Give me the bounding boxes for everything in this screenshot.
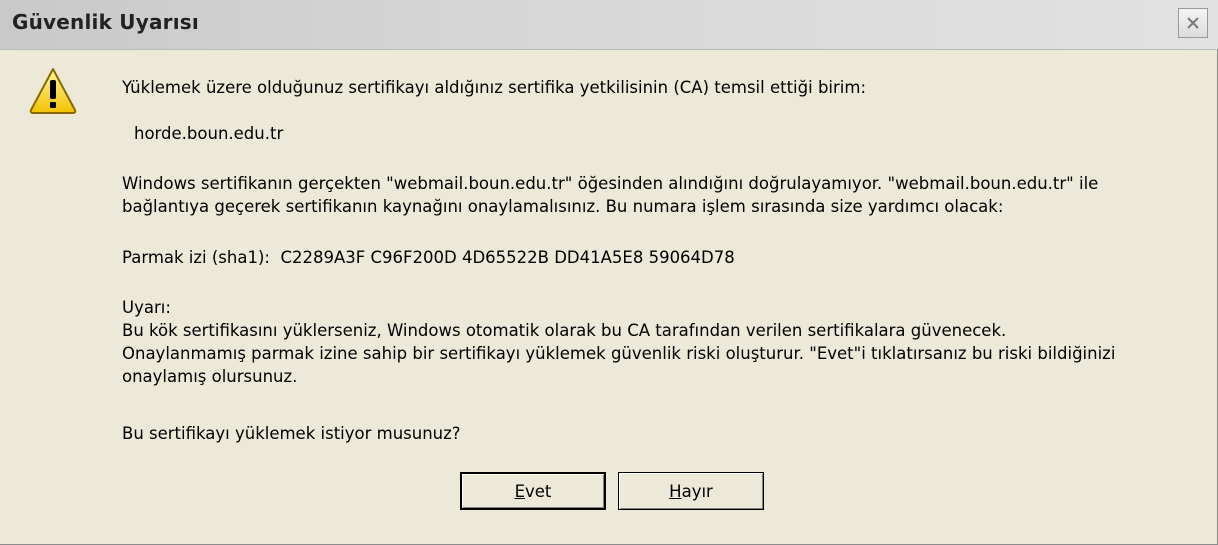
issuer-name: horde.boun.edu.tr [134,124,284,143]
no-label-rest: ayır [681,481,713,501]
warning-label: Uyarı: [122,298,171,317]
warning-icon [29,68,77,114]
verification-text: Windows sertifikanın gerçekten "webmail.… [122,172,1202,218]
yes-label-rest: vet [525,481,552,501]
thumbprint-label: Parmak izi (sha1): [122,248,270,267]
no-button-label: Hayır [669,482,713,501]
yes-button-label: Evet [515,482,552,501]
warning-line-1: Bu kök sertifikasını yüklerseniz, Window… [122,321,1007,340]
window-title: Güvenlik Uyarısı [12,10,199,34]
warning-line-2: Onaylanmamış parmak izine sahip bir sert… [122,344,1116,363]
verification-line-1: Windows sertifikanın gerçekten "webmail.… [122,174,1099,193]
intro-text: Yüklemek üzere olduğunuz sertifikayı ald… [122,78,866,97]
thumbprint: Parmak izi (sha1): C2289A3F C96F200D 4D6… [122,246,735,269]
yes-button[interactable]: Evet [460,472,606,510]
install-question: Bu sertifikayı yüklemek istiyor musunuz? [122,424,461,443]
verification-line-2: bağlantıya geçerek sertifikanın kaynağın… [122,197,1004,216]
yes-accelerator: E [514,481,526,501]
thumbprint-value: C2289A3F C96F200D 4D65522B DD41A5E8 5906… [280,248,735,267]
no-button[interactable]: Hayır [618,472,764,510]
close-icon [1187,17,1199,29]
warning-line-3: onaylamış olursunuz. [122,367,298,386]
no-accelerator: H [669,481,682,501]
title-bar[interactable]: Güvenlik Uyarısı [0,0,1218,50]
security-warning-dialog: Güvenlik Uyarısı Yüklemek üzere olduğunu… [0,0,1218,545]
close-button[interactable] [1178,8,1208,38]
warning-text: Uyarı: Bu kök sertifikasını yüklerseniz,… [122,296,1202,388]
